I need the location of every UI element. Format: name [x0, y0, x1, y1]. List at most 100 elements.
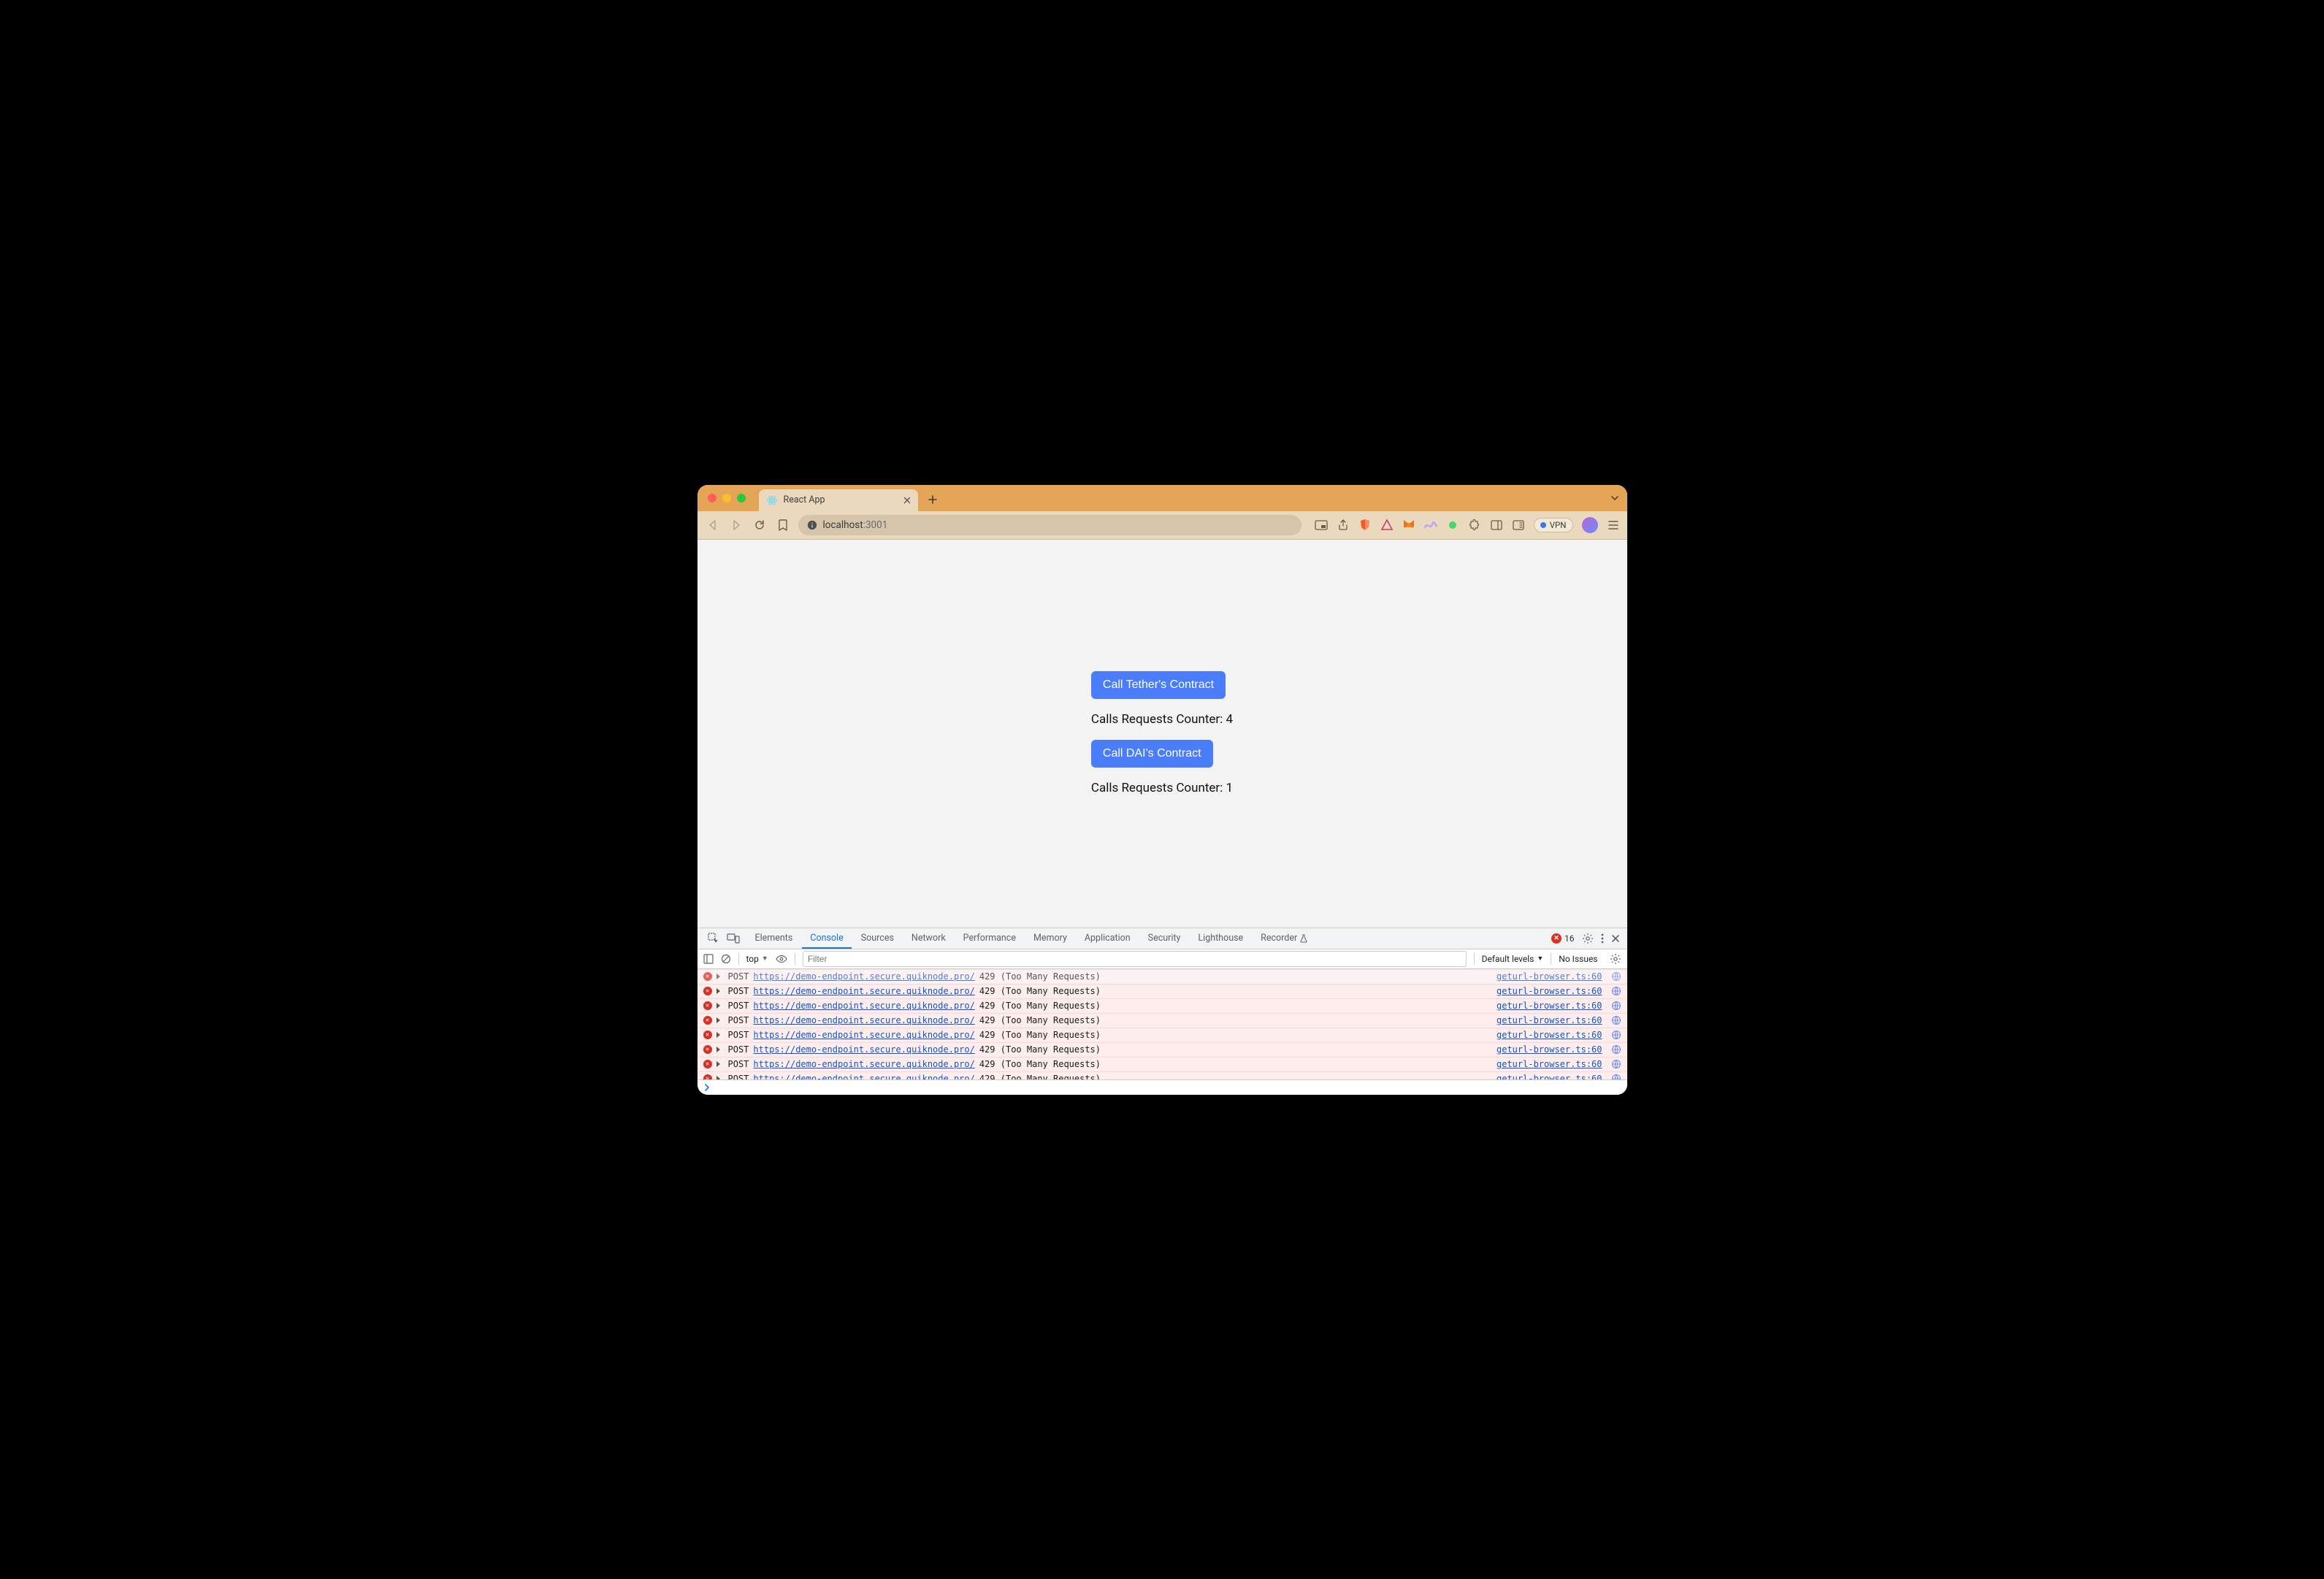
- expand-caret-icon[interactable]: [716, 1032, 724, 1038]
- request-url[interactable]: https://demo-endpoint.secure.quiknode.pr…: [753, 1001, 974, 1011]
- extension-green-dot[interactable]: [1446, 519, 1459, 532]
- brave-shields-button[interactable]: [1358, 519, 1372, 532]
- site-info-icon[interactable]: [807, 520, 817, 530]
- metamask-button[interactable]: [1402, 519, 1415, 532]
- console-log[interactable]: ✕ POST https://demo-endpoint.secure.quikn…: [697, 969, 1627, 1079]
- expand-caret-icon[interactable]: [716, 1061, 724, 1067]
- eye-icon[interactable]: [776, 955, 787, 963]
- tab-memory[interactable]: Memory: [1025, 928, 1075, 949]
- source-link[interactable]: geturl-browser.ts:60: [1497, 1074, 1602, 1079]
- window-close-button[interactable]: [708, 494, 716, 502]
- gear-icon[interactable]: [1610, 953, 1621, 965]
- network-icon: [1611, 971, 1621, 982]
- console-prompt[interactable]: [697, 1079, 1627, 1095]
- expand-caret-icon[interactable]: [716, 1003, 724, 1009]
- device-toggle-icon[interactable]: [727, 933, 740, 944]
- console-filter-input[interactable]: [803, 951, 1467, 967]
- close-icon[interactable]: [1611, 934, 1620, 943]
- share-button[interactable]: [1337, 519, 1350, 532]
- extension-purple[interactable]: [1424, 519, 1437, 532]
- reload-button[interactable]: [752, 517, 768, 533]
- http-method: POST: [728, 1030, 749, 1040]
- request-url[interactable]: https://demo-endpoint.secure.quiknode.pr…: [753, 1044, 974, 1055]
- profile-avatar[interactable]: [1582, 517, 1598, 533]
- clear-console-icon[interactable]: [721, 954, 731, 964]
- tab-network[interactable]: Network: [903, 928, 954, 949]
- new-tab-button[interactable]: [922, 489, 943, 510]
- context-selector[interactable]: top ▼: [746, 954, 768, 964]
- error-icon: ✕: [703, 987, 712, 995]
- pip-button[interactable]: [1315, 519, 1328, 532]
- expand-caret-icon[interactable]: [716, 1076, 724, 1079]
- browser-menu-button[interactable]: [1607, 519, 1620, 532]
- nav-forward-button[interactable]: [728, 517, 744, 533]
- request-url[interactable]: https://demo-endpoint.secure.quiknode.pr…: [753, 1059, 974, 1069]
- log-levels-selector[interactable]: Default levels ▼: [1482, 954, 1544, 964]
- console-row[interactable]: ✕POST https://demo-endpoint.secure.quikn…: [697, 1042, 1627, 1057]
- tab-elements[interactable]: Elements: [747, 928, 801, 949]
- error-count: 16: [1564, 933, 1575, 944]
- source-link[interactable]: geturl-browser.ts:60: [1497, 986, 1602, 996]
- console-row[interactable]: ✕POST https://demo-endpoint.secure.quikn…: [697, 1057, 1627, 1071]
- reading-list-button[interactable]: [1512, 519, 1525, 532]
- devtools-leading-icons: [702, 928, 746, 949]
- call-dai-contract-button[interactable]: Call DAI's Contract: [1091, 740, 1213, 768]
- kebab-icon[interactable]: [1601, 933, 1604, 944]
- source-link[interactable]: geturl-browser.ts:60: [1497, 1015, 1602, 1025]
- gear-icon[interactable]: [1582, 933, 1594, 944]
- expand-caret-icon[interactable]: [716, 974, 724, 979]
- inspect-icon[interactable]: [708, 933, 719, 944]
- tab-application[interactable]: Application: [1077, 928, 1139, 949]
- console-row[interactable]: ✕POST https://demo-endpoint.secure.quikn…: [697, 969, 1627, 984]
- pip-icon: [1315, 520, 1328, 530]
- tab-recorder[interactable]: Recorder: [1253, 928, 1316, 949]
- tab-console[interactable]: Console: [802, 928, 851, 949]
- vpn-pill[interactable]: VPN: [1534, 518, 1573, 532]
- extensions-button[interactable]: [1468, 519, 1481, 532]
- expand-caret-icon[interactable]: [716, 1047, 724, 1052]
- address-bar[interactable]: localhost:3001: [798, 515, 1301, 535]
- call-tether-contract-button[interactable]: Call Tether's Contract: [1091, 671, 1226, 699]
- console-row[interactable]: ✕POST https://demo-endpoint.secure.quikn…: [697, 1071, 1627, 1079]
- separator: [1474, 953, 1475, 965]
- console-row[interactable]: ✕POST https://demo-endpoint.secure.quikn…: [697, 998, 1627, 1013]
- brave-wallet-button[interactable]: [1380, 519, 1394, 532]
- window-maximize-button[interactable]: [737, 494, 746, 502]
- source-link[interactable]: geturl-browser.ts:60: [1497, 1001, 1602, 1011]
- dai-counter: Calls Requests Counter: 1: [1091, 781, 1233, 795]
- tab-security[interactable]: Security: [1140, 928, 1189, 949]
- error-count-badge[interactable]: ✕ 16: [1551, 933, 1575, 944]
- source-link[interactable]: geturl-browser.ts:60: [1497, 1030, 1602, 1040]
- issues-status[interactable]: No Issues: [1559, 954, 1597, 964]
- tab-lighthouse[interactable]: Lighthouse: [1190, 928, 1251, 949]
- source-link[interactable]: geturl-browser.ts:60: [1497, 1059, 1602, 1069]
- expand-caret-icon[interactable]: [716, 988, 724, 994]
- bookmark-button[interactable]: [775, 517, 791, 533]
- request-url[interactable]: https://demo-endpoint.secure.quiknode.pr…: [753, 971, 974, 982]
- tab-sources[interactable]: Sources: [853, 928, 902, 949]
- request-url[interactable]: https://demo-endpoint.secure.quiknode.pr…: [753, 986, 974, 996]
- tab-overflow-button[interactable]: [1610, 485, 1620, 511]
- tab-close-icon[interactable]: [902, 495, 912, 505]
- brave-shield-icon: [1358, 519, 1372, 532]
- source-link[interactable]: geturl-browser.ts:60: [1497, 971, 1602, 982]
- browser-tab[interactable]: React App: [759, 489, 918, 511]
- expand-caret-icon[interactable]: [716, 1017, 724, 1023]
- network-icon: [1611, 1015, 1621, 1025]
- console-row[interactable]: ✕POST https://demo-endpoint.secure.quikn…: [697, 984, 1627, 998]
- console-row[interactable]: ✕POST https://demo-endpoint.secure.quikn…: [697, 1028, 1627, 1042]
- request-url[interactable]: https://demo-endpoint.secure.quiknode.pr…: [753, 1015, 974, 1025]
- console-row[interactable]: ✕POST https://demo-endpoint.secure.quikn…: [697, 1013, 1627, 1028]
- request-url[interactable]: https://demo-endpoint.secure.quiknode.pr…: [753, 1030, 974, 1040]
- window-minimize-button[interactable]: [722, 494, 731, 502]
- http-method: POST: [728, 1044, 749, 1055]
- sidebar-toggle-icon[interactable]: [703, 954, 714, 964]
- nav-back-button[interactable]: [705, 517, 721, 533]
- request-url[interactable]: https://demo-endpoint.secure.quiknode.pr…: [753, 1074, 974, 1079]
- http-status: 429 (Too Many Requests): [979, 1074, 1101, 1079]
- sidebar-button[interactable]: [1490, 519, 1503, 532]
- tab-performance[interactable]: Performance: [955, 928, 1024, 949]
- react-icon: [766, 494, 778, 506]
- network-icon: [1611, 1044, 1621, 1055]
- source-link[interactable]: geturl-browser.ts:60: [1497, 1044, 1602, 1055]
